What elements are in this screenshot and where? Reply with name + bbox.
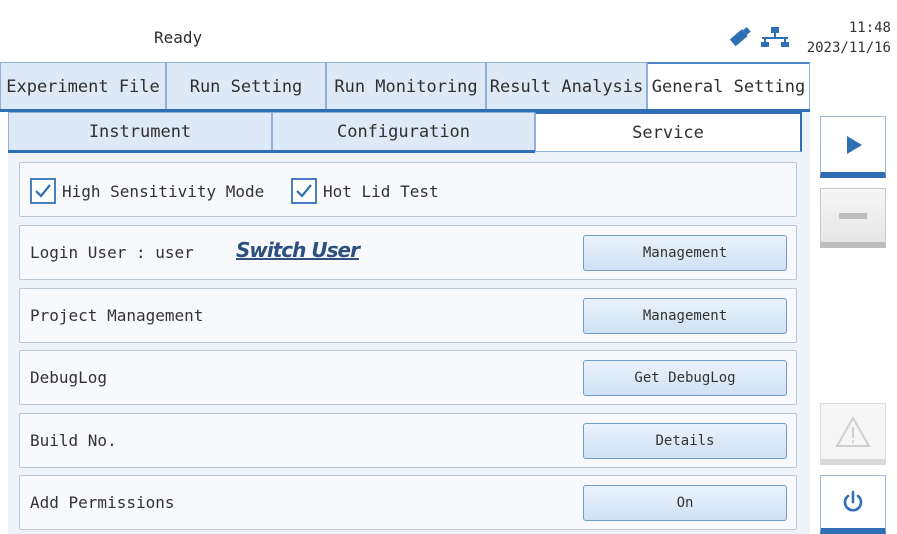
permissions-row: Add Permissions On (19, 475, 797, 530)
main-tab-bar: Experiment File Run Setting Run Monitori… (0, 62, 810, 110)
tab-general-setting[interactable]: General Setting (647, 62, 810, 110)
high-sensitivity-checkbox[interactable]: High Sensitivity Mode (30, 178, 264, 204)
status-bar: Ready 11:48 2023/11/16 (0, 0, 897, 62)
tab-run-setting[interactable]: Run Setting (166, 62, 326, 110)
tab-service[interactable]: Service (535, 112, 802, 152)
sub-tab-divider (8, 150, 535, 153)
add-permissions-label: Add Permissions (30, 493, 175, 512)
tab-result-analysis[interactable]: Result Analysis (486, 62, 647, 110)
build-details-button[interactable]: Details (583, 423, 787, 459)
stop-button[interactable] (820, 188, 886, 248)
tab-run-monitoring[interactable]: Run Monitoring (326, 62, 486, 110)
status-text: Ready (154, 28, 203, 47)
clock: 11:48 2023/11/16 (807, 18, 891, 58)
warning-button[interactable] (820, 403, 886, 465)
clock-time: 11:48 (848, 20, 891, 36)
warning-icon (835, 415, 871, 447)
build-no-label: Build No. (30, 431, 117, 450)
permissions-on-button[interactable]: On (583, 485, 787, 521)
user-management-button[interactable]: Management (583, 235, 787, 271)
tab-configuration[interactable]: Configuration (272, 112, 535, 152)
get-debuglog-button[interactable]: Get DebugLog (583, 360, 787, 396)
tab-experiment-file[interactable]: Experiment File (0, 62, 166, 110)
project-row: Project Management Management (19, 288, 797, 343)
login-row: Login User : user Switch User Management (19, 225, 797, 280)
switch-user-link[interactable]: Switch User (236, 238, 360, 262)
checkbox-checked-icon (30, 178, 56, 204)
network-icon (761, 27, 789, 47)
project-management-button[interactable]: Management (583, 298, 787, 334)
power-icon (843, 490, 863, 512)
login-user-label: Login User : user (30, 243, 194, 262)
checkbox-row: High Sensitivity Mode Hot Lid Test (19, 162, 797, 217)
clock-date: 2023/11/16 (806, 40, 891, 56)
build-row: Build No. Details (19, 413, 797, 468)
run-button[interactable] (820, 116, 886, 178)
usb-icon (730, 27, 751, 46)
high-sensitivity-label: High Sensitivity Mode (62, 181, 265, 201)
hot-lid-test-checkbox[interactable]: Hot Lid Test (291, 178, 439, 204)
hot-lid-test-label: Hot Lid Test (323, 181, 439, 201)
checkbox-checked-icon (291, 178, 317, 204)
play-icon (847, 135, 862, 154)
debuglog-row: DebugLog Get DebugLog (19, 350, 797, 405)
stop-icon (839, 212, 867, 219)
service-panel: Instrument Configuration Service High Se… (8, 112, 810, 534)
tab-instrument[interactable]: Instrument (8, 112, 272, 152)
project-management-label: Project Management (30, 306, 204, 325)
power-button[interactable] (820, 475, 886, 534)
sub-tab-bar: Instrument Configuration Service (8, 112, 802, 152)
debuglog-label: DebugLog (30, 368, 108, 387)
